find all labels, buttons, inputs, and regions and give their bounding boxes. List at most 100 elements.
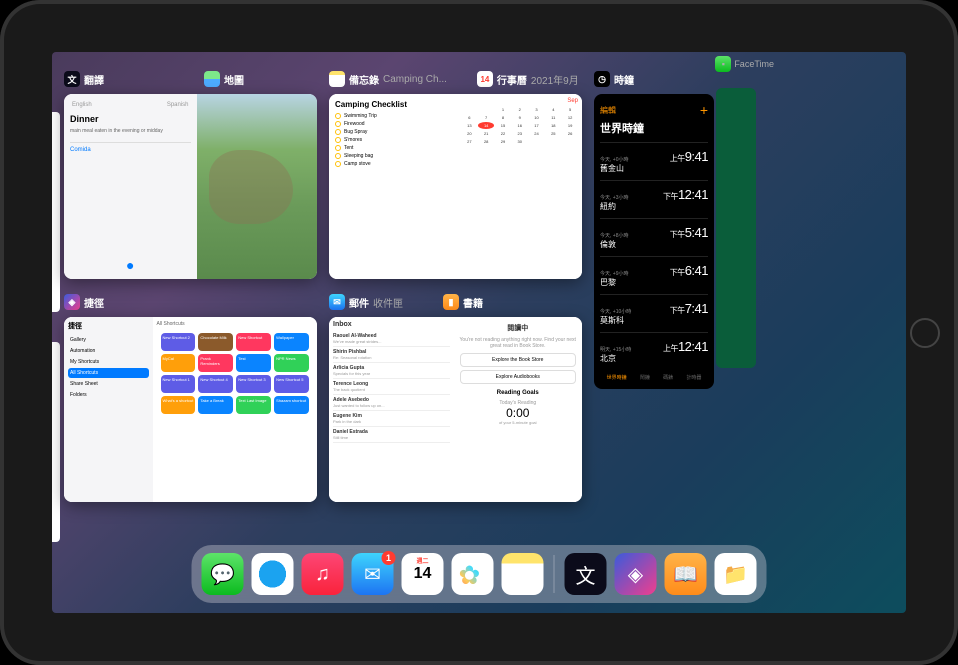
clock-tabs: 世界時鐘鬧鐘碼錶計時器 (600, 374, 708, 381)
world-clock-row: 今天, +9小時巴黎下午6:41 (600, 256, 708, 294)
app-label-books: ▮ 書籍 (443, 294, 483, 310)
shortcuts-side-item: Gallery (68, 335, 149, 345)
shortcut-tile: New Shortcut 2 (161, 333, 196, 351)
card-notes-calendar[interactable]: Camping Checklist Swimming TripFirewoodB… (329, 94, 582, 279)
shortcuts-side-item: Share Sheet (68, 379, 149, 389)
dock-app-files[interactable]: 📁 (715, 553, 757, 595)
shortcut-tile: New Shortcut 3 (236, 375, 271, 393)
mail-item: Daniel EstradaStill time (333, 427, 450, 443)
shortcut-tile: MyCal (161, 354, 196, 372)
card-translate-maps[interactable]: English Spanish Dinner main meal eaten i… (64, 94, 317, 279)
shortcut-tile: New Shortcut 1 (161, 375, 196, 393)
card-shortcuts[interactable]: 捷徑 GalleryAutomationMy ShortcutsAll Shor… (64, 317, 317, 502)
cards-area: 文 翻譯 地圖 English (64, 70, 894, 525)
app-label-facetime: ▪ FaceTime (715, 56, 774, 72)
notes-pane: Camping Checklist Swimming TripFirewoodB… (329, 94, 458, 279)
maps-pane (197, 94, 318, 279)
dock-app-messages[interactable]: 💬 (202, 553, 244, 595)
shortcut-tile: New Shortcut (236, 333, 271, 351)
mail-item: Adele AsebedoJust wanted to follow up on… (333, 395, 450, 411)
notes-item: Swimming Trip (335, 113, 452, 119)
mail-icon: ✉︎ (329, 294, 345, 310)
notes-item: Bug Spray (335, 129, 452, 135)
card-mail-books[interactable]: Inbox Raouel Al-WaheedWe've made great s… (329, 317, 582, 502)
shortcut-tile: Prank Reminders (198, 354, 233, 372)
dock-app-books[interactable]: 📖 (665, 553, 707, 595)
translate-word: Dinner (70, 114, 191, 124)
clock-tab: 世界時鐘 (607, 374, 627, 381)
dock-app-mail[interactable]: ✉︎1 (352, 553, 394, 595)
mail-item: Arlicia GuptaSpecials for this year (333, 363, 450, 379)
shortcuts-grid: New Shortcut 2Chocolate MilkNew Shortcut… (157, 329, 313, 418)
mail-item: Terence LeongThe back quotient (333, 379, 450, 395)
notes-item: Tent (335, 145, 452, 151)
mail-item: Shirin PishbalRe: Seasonal rotation (333, 347, 450, 363)
app-label-mail: ✉︎ 郵件 收件匣 (329, 294, 403, 310)
card-group-clock-facetime: ◷ 時鐘 ▪ FaceTime 編輯 + 世界時鐘 (594, 70, 744, 389)
app-label-clock: ◷ 時鐘 (594, 71, 634, 87)
clock-add-icon: + (700, 102, 708, 118)
world-clock-row: 明天, +15小時北京上午12:41 (600, 332, 708, 370)
notes-item: S'mores (335, 137, 452, 143)
shortcuts-side-item: All Shortcuts (68, 368, 149, 378)
shortcut-tile: Chocolate Milk (198, 333, 233, 351)
clock-icon: ◷ (594, 71, 610, 87)
app-label-shortcuts: ◈ 捷徑 (64, 294, 104, 310)
dock-app-photos[interactable] (452, 553, 494, 595)
facetime-icon: ▪ (715, 56, 731, 72)
dock-app-translate[interactable]: 文 (565, 553, 607, 595)
translate-icon: 文 (64, 71, 80, 87)
calendar-pane: Sep 123456789101112131415161718192021222… (458, 94, 583, 279)
app-label-notes: 備忘錄 Camping Ch... (329, 71, 447, 87)
shortcuts-sidebar: 捷徑 GalleryAutomationMy ShortcutsAll Shor… (64, 317, 153, 502)
shortcut-tile: Test (236, 354, 271, 372)
translate-result: Comida (70, 142, 191, 153)
shortcut-tile: Wallpaper (274, 333, 309, 351)
app-label-calendar: 14 行事曆 2021年9月 (477, 71, 579, 87)
shortcut-tile: Take a Break (198, 396, 233, 414)
clock-tab: 碼錶 (663, 374, 673, 381)
dock: 💬 ♫✉︎1週二14 文◈📖📁 (192, 545, 767, 603)
shortcuts-pane: 捷徑 GalleryAutomationMy ShortcutsAll Shor… (64, 317, 317, 502)
app-label-maps: 地圖 (204, 71, 244, 87)
calendar-icon: 14 (477, 71, 493, 87)
translate-pane: English Spanish Dinner main meal eaten i… (64, 94, 197, 279)
dock-app-notes[interactable] (502, 553, 544, 595)
dock-app-calendar[interactable]: 週二14 (402, 553, 444, 595)
shortcuts-side-item: My Shortcuts (68, 357, 149, 367)
mail-item: Raouel Al-WaheedWe've made great strides… (333, 331, 450, 347)
shortcuts-icon: ◈ (64, 294, 80, 310)
world-clock-row: 今天, +10小時莫斯科下午7:41 (600, 294, 708, 332)
world-clock-row: 今天, +8小時倫敦下午5:41 (600, 218, 708, 256)
shortcuts-side-item: Folders (68, 390, 149, 400)
world-clock-row: 今天, +3小時紐約下午12:41 (600, 180, 708, 218)
explore-audiobooks-button: Explore Audiobooks (460, 370, 577, 384)
maps-icon (204, 71, 220, 87)
books-icon: ▮ (443, 294, 459, 310)
card-facetime-behind[interactable] (716, 88, 756, 368)
world-clock-title: 世界時鐘 (600, 120, 708, 136)
dock-app-music[interactable]: ♫ (302, 553, 344, 595)
shortcut-tile: New Shortcut 4 (198, 375, 233, 393)
notes-icon (329, 71, 345, 87)
dock-separator (554, 555, 555, 593)
mail-item: Eugene KimPark in the dark (333, 411, 450, 427)
clock-edit-button: 編輯 (600, 105, 616, 116)
notes-item: Sleeping bag (335, 153, 452, 159)
shortcut-tile: Text Last Image (236, 396, 271, 414)
home-button[interactable] (910, 318, 940, 348)
notes-item: Camp stove (335, 161, 452, 167)
world-clock-row: 今天, +0小時舊金山上午9:41 (600, 142, 708, 180)
card-group-notes-calendar: 備忘錄 Camping Ch... 14 行事曆 2021年9月 C (329, 70, 582, 279)
ipad-frame: 文 翻譯 地圖 English (0, 0, 958, 665)
dock-app-shortcuts[interactable]: ◈ (615, 553, 657, 595)
explore-bookstore-button: Explore the Book Store (460, 353, 577, 367)
clock-tab: 鬧鐘 (640, 374, 650, 381)
screen: 文 翻譯 地圖 English (52, 52, 906, 613)
card-clock[interactable]: 編輯 + 世界時鐘 今天, +0小時舊金山上午9:41今天, +3小時紐約下午1… (594, 94, 714, 389)
dock-app-safari[interactable] (252, 553, 294, 595)
shortcut-tile: New Shortcut 5 (274, 375, 309, 393)
card-group-mail-books: ✉︎ 郵件 收件匣 ▮ 書籍 Inbox (329, 293, 582, 502)
shortcut-tile: NPR News (274, 354, 309, 372)
card-group-translate-maps: 文 翻譯 地圖 English (64, 70, 317, 279)
